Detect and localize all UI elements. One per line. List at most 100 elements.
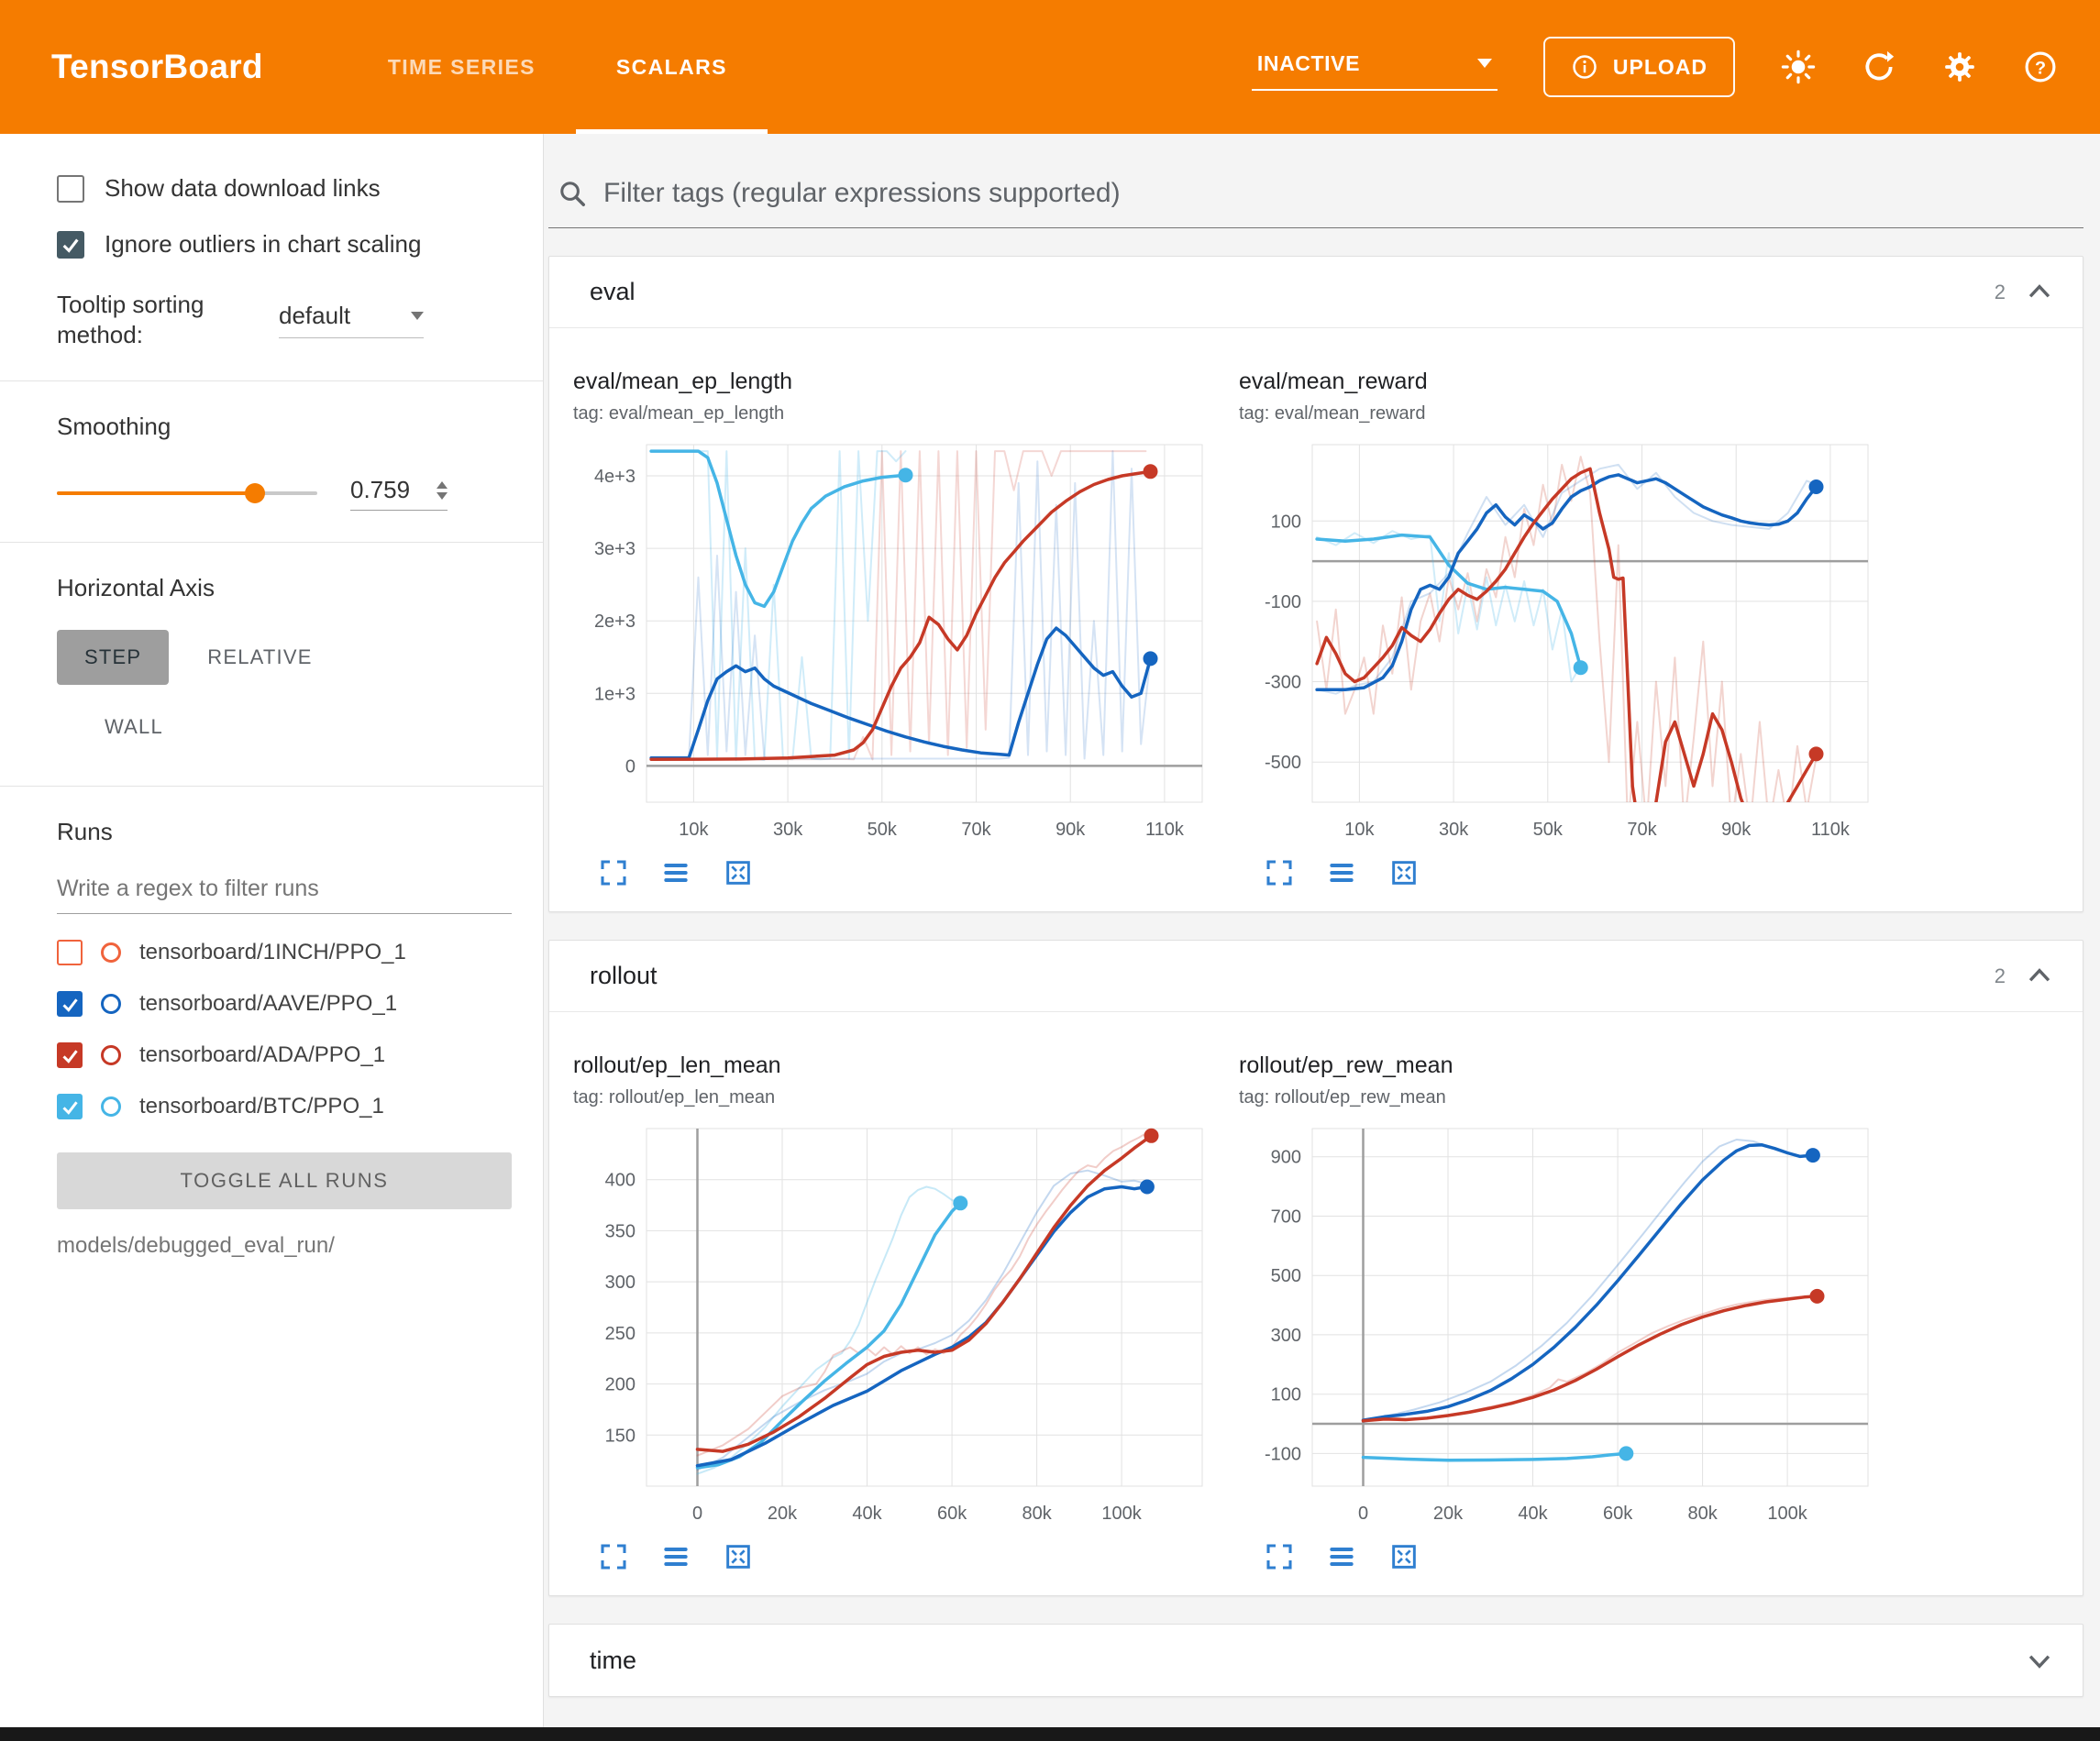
run-checkbox[interactable] <box>57 1042 83 1068</box>
refresh-icon[interactable] <box>1862 50 1896 84</box>
main-content: eval 2 eval/mean_ep_length tag: eval/mea… <box>544 134 2100 1741</box>
smoothing-slider[interactable] <box>57 482 317 504</box>
svg-text:50k: 50k <box>1533 820 1564 840</box>
header-actions: INACTIVE UPLOAD <box>1252 37 2058 97</box>
fit-to-data-icon[interactable] <box>1389 858 1419 887</box>
line-chart-mean-ep-length[interactable]: 01e+32e+33e+34e+310k30k50k70k90k110k <box>573 430 1215 856</box>
fit-to-data-icon[interactable] <box>724 1542 753 1571</box>
fullscreen-icon[interactable] <box>1265 858 1294 887</box>
chart-block-ep-len-mean: rollout/ep_len_mean tag: rollout/ep_len_… <box>573 1052 1215 1571</box>
svg-text:10k: 10k <box>679 820 709 840</box>
chevron-up-icon[interactable] <box>2024 961 2055 992</box>
svg-text:100k: 100k <box>1101 1504 1142 1524</box>
line-chart-ep-rew-mean[interactable]: -100100300500700900020k40k60k80k100k <box>1239 1114 1881 1540</box>
chart-title: eval/mean_reward <box>1239 369 1881 395</box>
run-color-ring-icon <box>101 994 121 1014</box>
slider-thumb[interactable] <box>245 483 265 503</box>
svg-text:250: 250 <box>605 1324 636 1344</box>
chart-block-mean-ep-length: eval/mean_ep_length tag: eval/mean_ep_le… <box>573 369 1215 887</box>
svg-text:20k: 20k <box>768 1504 798 1524</box>
svg-text:200: 200 <box>605 1375 636 1395</box>
data-lines-icon[interactable] <box>661 858 691 887</box>
runs-filter-input[interactable] <box>57 870 512 914</box>
line-chart-mean-reward[interactable]: 100-100-300-50010k30k50k70k90k110k <box>1239 430 1881 856</box>
section-body-eval: eval/mean_ep_length tag: eval/mean_ep_le… <box>549 328 2083 911</box>
tag-filter-input[interactable] <box>603 178 2078 209</box>
upload-button[interactable]: UPLOAD <box>1543 37 1735 97</box>
fullscreen-icon[interactable] <box>599 858 628 887</box>
svg-text:0: 0 <box>692 1504 702 1524</box>
data-lines-icon[interactable] <box>1327 1542 1356 1571</box>
tab-time-series[interactable]: TIME SERIES <box>348 0 576 134</box>
fullscreen-icon[interactable] <box>1265 1542 1294 1571</box>
chart-title: rollout/ep_len_mean <box>573 1052 1215 1079</box>
chart-tag: tag: eval/mean_reward <box>1239 403 1881 424</box>
data-lines-icon[interactable] <box>1327 858 1356 887</box>
toggle-all-runs-button[interactable]: TOGGLE ALL RUNS <box>57 1152 512 1209</box>
axis-step-button[interactable]: STEP <box>57 630 169 685</box>
tensorboard-app: TensorBoard TIME SERIES SCALARS INACTIVE… <box>0 0 2100 1741</box>
svg-text:60k: 60k <box>937 1504 967 1524</box>
chevron-up-icon[interactable] <box>2024 277 2055 308</box>
sidebar-divider <box>0 380 543 381</box>
fit-to-data-icon[interactable] <box>1389 1542 1419 1571</box>
upload-label: UPLOAD <box>1613 55 1708 80</box>
svg-text:300: 300 <box>605 1273 636 1293</box>
svg-text:2e+3: 2e+3 <box>594 612 636 632</box>
app-title: TensorBoard <box>51 48 263 86</box>
smoothing-value-input[interactable]: 0.759 <box>350 476 448 511</box>
help-icon[interactable]: ? <box>2023 50 2058 84</box>
chart-title: rollout/ep_rew_mean <box>1239 1052 1881 1079</box>
brightness-icon[interactable] <box>1781 50 1816 84</box>
run-row-btc[interactable]: tensorboard/BTC/PPO_1 <box>57 1094 512 1119</box>
option-ignore-outliers[interactable]: Ignore outliers in chart scaling <box>57 230 512 259</box>
section-header-time[interactable]: time <box>549 1625 2083 1696</box>
svg-text:90k: 90k <box>1721 820 1752 840</box>
svg-text:30k: 30k <box>773 820 803 840</box>
section-card-eval: eval 2 eval/mean_ep_length tag: eval/mea… <box>548 256 2083 912</box>
run-row-1inch[interactable]: tensorboard/1INCH/PPO_1 <box>57 940 512 965</box>
svg-text:100k: 100k <box>1767 1504 1807 1524</box>
run-color-ring-icon <box>101 942 121 963</box>
chevron-down-icon[interactable] <box>2024 1645 2055 1676</box>
section-header-eval[interactable]: eval 2 <box>549 257 2083 328</box>
run-row-aave[interactable]: tensorboard/AAVE/PPO_1 <box>57 991 512 1017</box>
svg-text:-100: -100 <box>1265 1444 1301 1464</box>
data-lines-icon[interactable] <box>661 1542 691 1571</box>
run-row-ada[interactable]: tensorboard/ADA/PPO_1 <box>57 1042 512 1068</box>
stepper-arrows-icon[interactable] <box>437 481 448 500</box>
fit-to-data-icon[interactable] <box>724 858 753 887</box>
svg-text:-100: -100 <box>1265 592 1301 612</box>
dropdown-caret-icon <box>411 312 424 320</box>
chart-toolbar <box>573 858 1215 887</box>
svg-text:?: ? <box>2035 58 2046 78</box>
tooltip-sorting-dropdown[interactable]: default <box>279 302 424 338</box>
section-card-rollout: rollout 2 rollout/ep_len_mean tag: rollo… <box>548 940 2083 1596</box>
status-dropdown[interactable]: INACTIVE <box>1252 44 1498 91</box>
tab-scalars[interactable]: SCALARS <box>576 0 768 134</box>
run-checkbox[interactable] <box>57 991 83 1017</box>
settings-gear-icon[interactable] <box>1942 50 1977 84</box>
run-checkbox[interactable] <box>57 940 83 965</box>
run-color-ring-icon <box>101 1045 121 1065</box>
option-show-download-links[interactable]: Show data download links <box>57 174 512 203</box>
bottom-edge-strip <box>0 1727 2100 1741</box>
axis-wall-button[interactable]: WALL <box>81 700 187 755</box>
svg-text:70k: 70k <box>961 820 991 840</box>
section-header-rollout[interactable]: rollout 2 <box>549 941 2083 1012</box>
tooltip-sorting-label: Tooltip sorting method: <box>57 290 251 349</box>
show-download-links-checkbox[interactable] <box>57 175 84 203</box>
svg-text:90k: 90k <box>1056 820 1086 840</box>
tooltip-sorting-value: default <box>279 302 350 330</box>
fullscreen-icon[interactable] <box>599 1542 628 1571</box>
chart-tag: tag: eval/mean_ep_length <box>573 403 1215 424</box>
line-chart-ep-len-mean[interactable]: 150200250300350400020k40k60k80k100k <box>573 1114 1215 1540</box>
axis-relative-button[interactable]: RELATIVE <box>183 630 336 685</box>
smoothing-label: Smoothing <box>57 413 512 441</box>
run-label: tensorboard/BTC/PPO_1 <box>139 1094 384 1119</box>
app-body: Show data download links Ignore outliers… <box>0 134 2100 1741</box>
ignore-outliers-checkbox[interactable] <box>57 231 84 259</box>
run-checkbox[interactable] <box>57 1094 83 1119</box>
svg-text:500: 500 <box>1271 1266 1301 1286</box>
app-header: TensorBoard TIME SERIES SCALARS INACTIVE… <box>0 0 2100 134</box>
